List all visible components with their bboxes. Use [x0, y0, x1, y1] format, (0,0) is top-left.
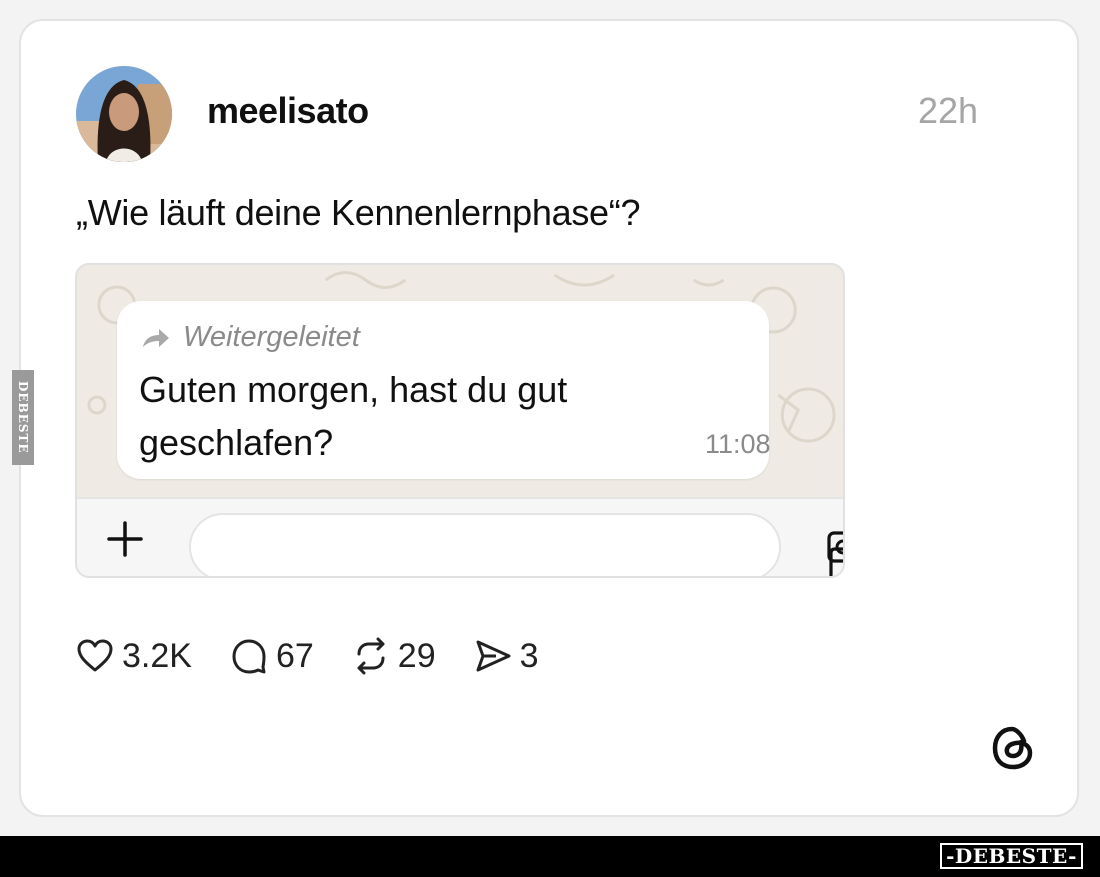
footer-bar: -DEBESTE-	[0, 836, 1100, 877]
post-actions: 3.2K 67 29 3	[76, 634, 577, 678]
post-text: „Wie läuft deine Kennenlernphase“?	[76, 192, 641, 233]
message-time: 11:08	[705, 429, 771, 459]
avatar[interactable]	[76, 66, 172, 162]
share-icon	[476, 640, 511, 672]
username[interactable]: meelisato	[207, 90, 369, 132]
like-count: 3.2K	[122, 636, 192, 675]
chat-input-bar	[77, 497, 845, 576]
message-input[interactable]	[189, 513, 843, 576]
watermark-side: DEBESTE	[12, 370, 34, 465]
share-button[interactable]: 3	[474, 637, 539, 676]
threads-logo-icon	[992, 726, 1033, 770]
plus-icon[interactable]	[107, 521, 143, 557]
camera-icon[interactable]	[827, 529, 845, 565]
repost-button[interactable]: 29	[352, 637, 436, 676]
heart-icon	[77, 639, 113, 672]
share-count: 3	[519, 636, 539, 675]
repost-count: 29	[397, 636, 436, 675]
attached-chat-screenshot[interactable]: Weitergeleitet Guten morgen, hast du gut…	[75, 263, 845, 578]
reply-count: 67	[275, 636, 314, 675]
post-timestamp: 22h	[918, 90, 979, 131]
watermark-badge: -DEBESTE-	[940, 843, 1083, 869]
comment-icon	[232, 639, 266, 674]
message-text: Guten morgen, hast du gut geschlafen?	[139, 369, 568, 463]
like-button[interactable]: 3.2K	[76, 637, 192, 676]
message-bubble: Weitergeleitet Guten morgen, hast du gut…	[117, 301, 771, 479]
forward-arrow-icon	[143, 328, 169, 347]
forwarded-row: Weitergeleitet	[141, 321, 360, 354]
repost-icon	[357, 637, 385, 675]
forwarded-label: Weitergeleitet	[183, 321, 360, 353]
reply-button[interactable]: 67	[230, 637, 314, 676]
